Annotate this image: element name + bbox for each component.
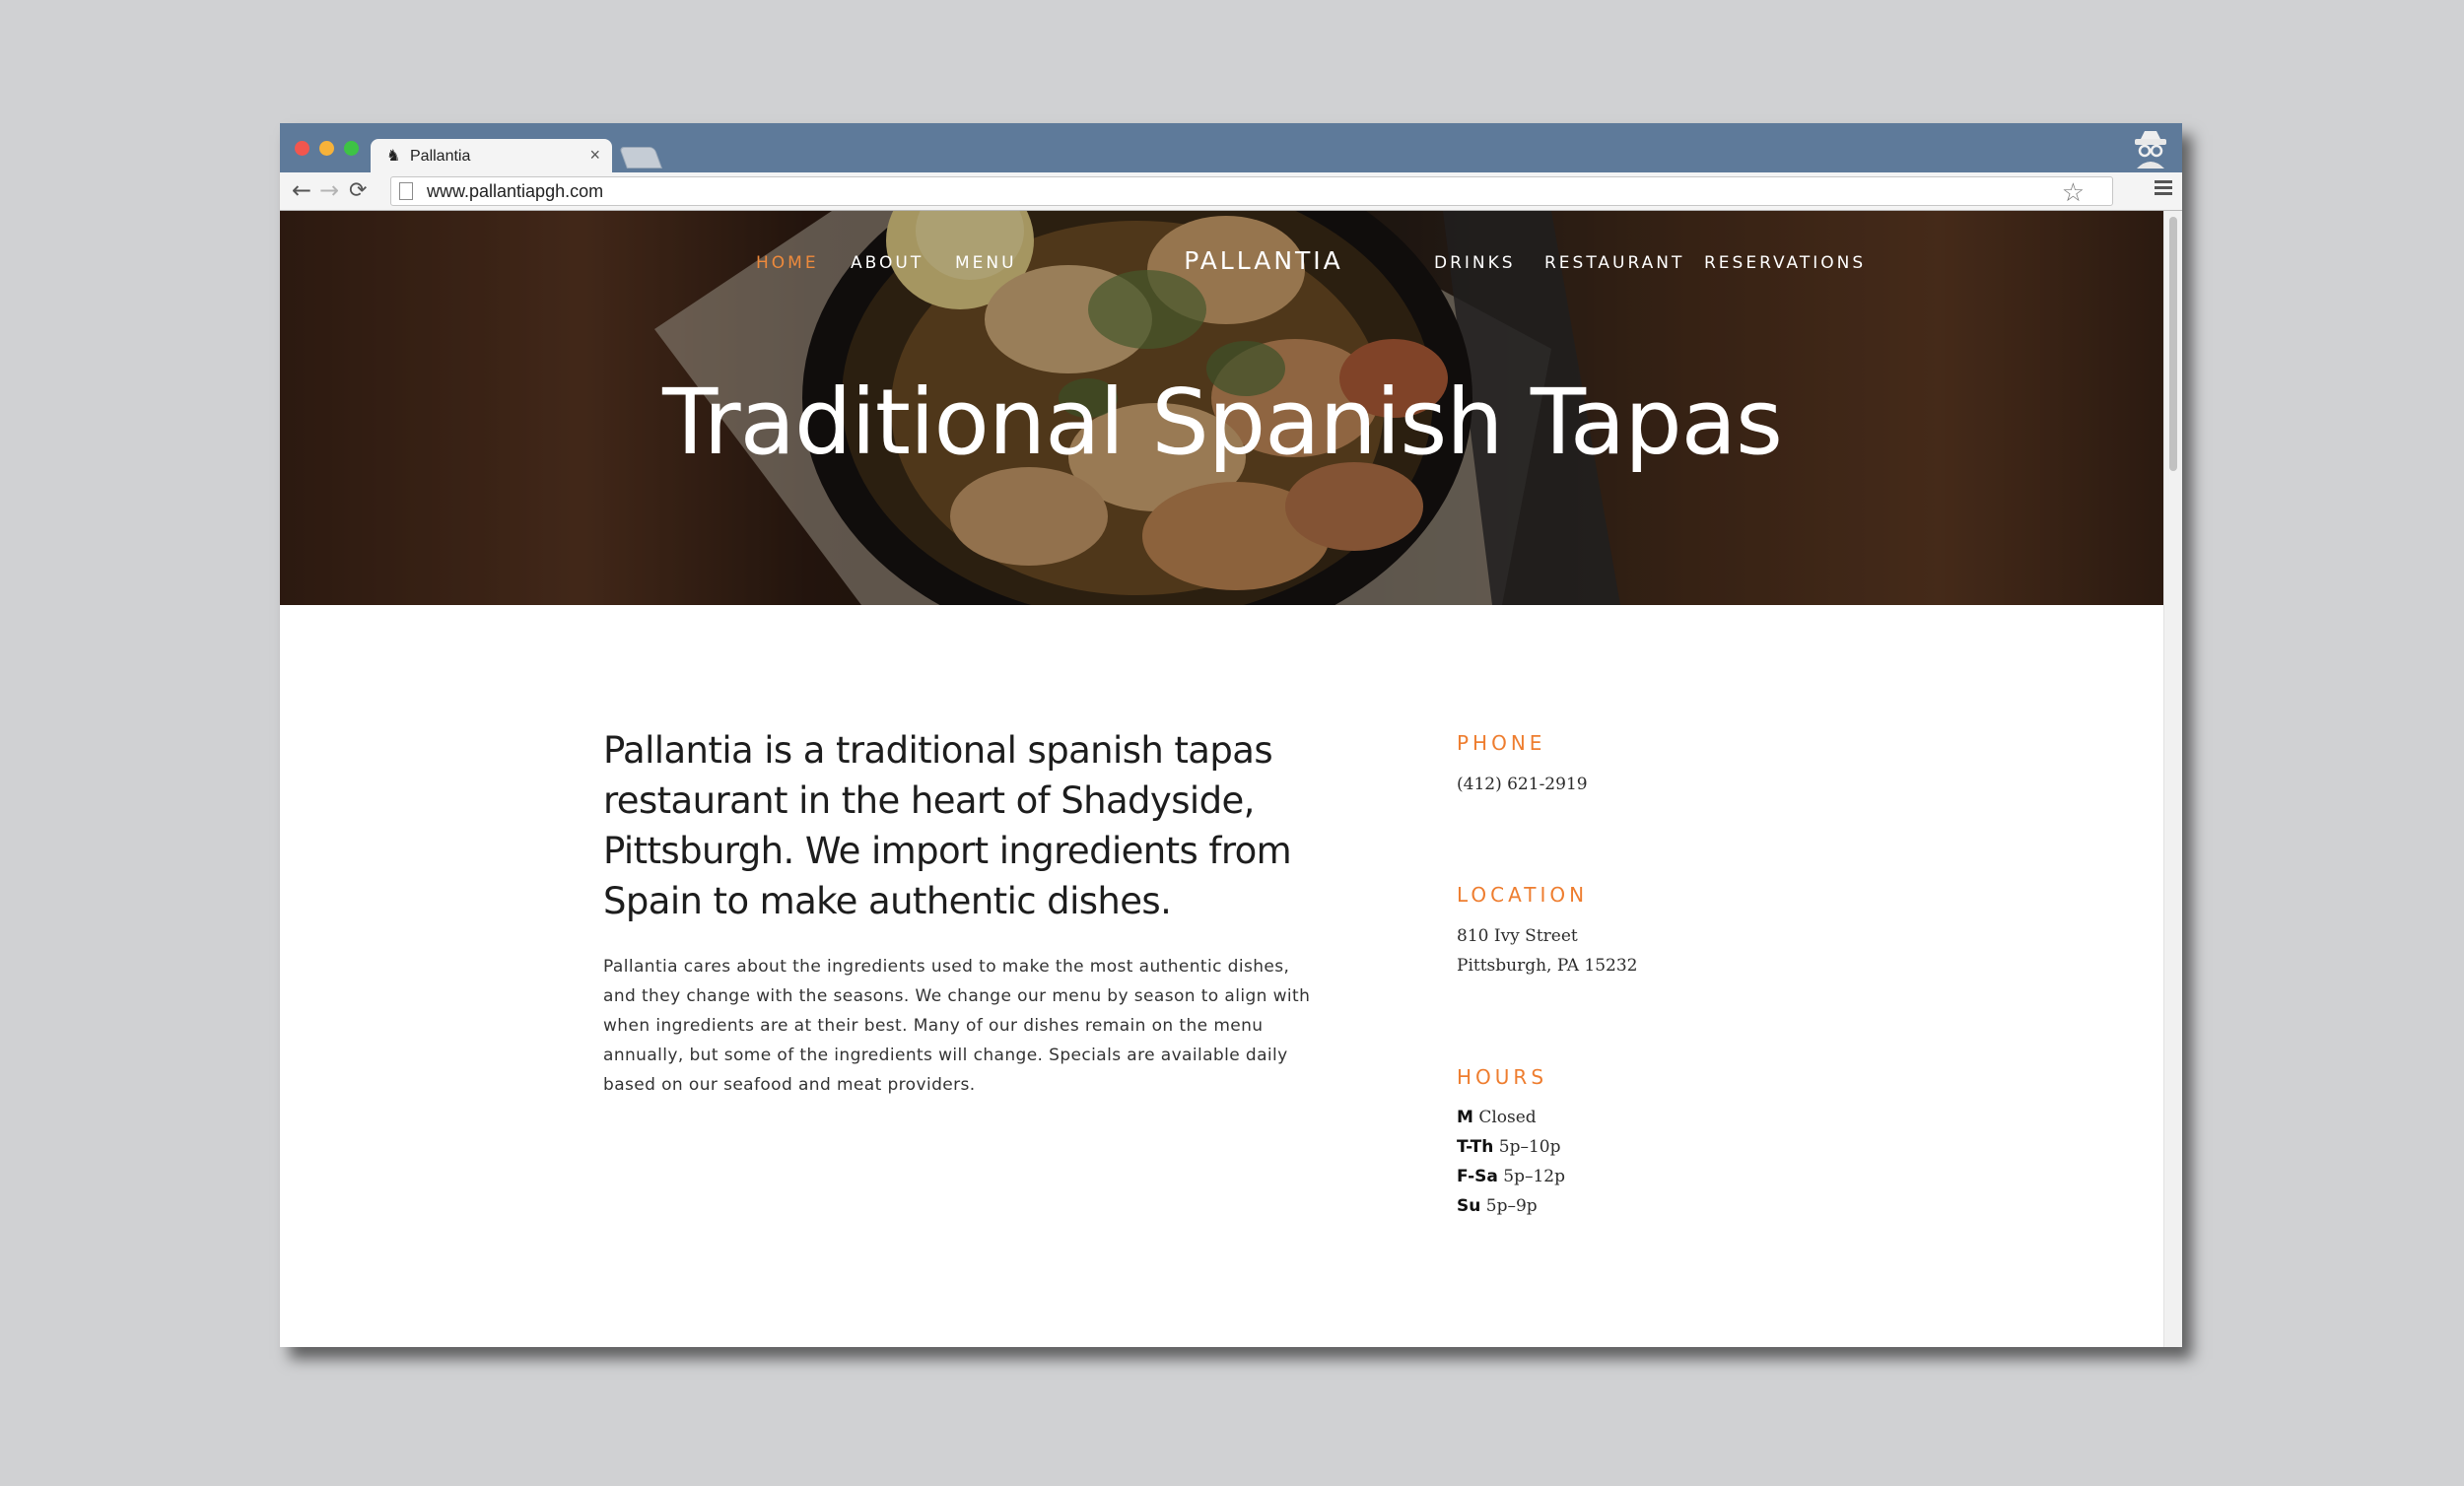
hours-day: Su	[1457, 1196, 1481, 1216]
hamburger-menu-icon[interactable]	[2155, 180, 2172, 196]
bookmark-star-icon[interactable]: ☆	[2062, 179, 2085, 207]
hours-row: Su 5p–9p	[1457, 1191, 1538, 1221]
nav-drinks[interactable]: DRINKS	[1434, 252, 1516, 274]
hours-time: 5p–12p	[1503, 1167, 1565, 1186]
hero-banner: HOME ABOUT MENU PALLANTIA DRINKS RESTAUR…	[280, 211, 2164, 605]
vertical-scrollbar[interactable]	[2163, 211, 2182, 1347]
close-window-button[interactable]	[295, 141, 309, 156]
page-viewport: HOME ABOUT MENU PALLANTIA DRINKS RESTAUR…	[280, 211, 2182, 1347]
nav-restaurant[interactable]: RESTAURANT	[1544, 252, 1684, 274]
tab-title: Pallantia	[410, 148, 471, 165]
minimize-window-button[interactable]	[319, 141, 334, 156]
phone-heading: PHONE	[1457, 731, 1546, 755]
nav-menu[interactable]: MENU	[955, 252, 1017, 274]
maximize-window-button[interactable]	[344, 141, 359, 156]
browser-window: ♞ Pallantia × ← → ⟳ www.pallantiapgh.com…	[280, 123, 2182, 1347]
hours-day: F-Sa	[1457, 1167, 1498, 1186]
hours-heading: HOURS	[1457, 1065, 1548, 1089]
hours-row: M Closed	[1457, 1103, 1537, 1132]
scrollbar-thumb[interactable]	[2169, 217, 2177, 471]
hours-time: 5p–10p	[1498, 1137, 1561, 1157]
phone-number[interactable]: (412) 621-2919	[1457, 770, 1588, 799]
nav-reservations[interactable]: RESERVATIONS	[1704, 252, 1866, 274]
incognito-profile-icon[interactable]	[2131, 129, 2170, 169]
address-line-2: Pittsburgh, PA 15232	[1457, 956, 1638, 976]
hours-day: T-Th	[1457, 1137, 1494, 1157]
back-arrow-icon[interactable]: ←	[292, 176, 311, 204]
hours-time: 5p–9p	[1485, 1196, 1538, 1216]
forward-arrow-icon[interactable]: →	[319, 176, 339, 204]
page-icon	[399, 182, 413, 200]
url-text[interactable]: www.pallantiapgh.com	[427, 181, 603, 201]
tab-close-icon[interactable]: ×	[589, 145, 600, 165]
location-heading: LOCATION	[1457, 883, 1589, 907]
intro-body: Pallantia cares about the ingredients us…	[603, 957, 1311, 1095]
site-favicon-icon: ♞	[386, 146, 401, 165]
tab-bar: ♞ Pallantia ×	[280, 123, 2182, 172]
address-line-1: 810 Ivy Street	[1457, 926, 1578, 946]
hours-day: M	[1457, 1108, 1473, 1127]
browser-tab[interactable]: ♞ Pallantia ×	[371, 139, 612, 172]
nav-about[interactable]: ABOUT	[851, 252, 924, 274]
hours-row: T-Th 5p–10p	[1457, 1132, 1560, 1162]
reload-icon[interactable]: ⟳	[349, 177, 367, 205]
address-bar[interactable]: www.pallantiapgh.com ☆	[390, 176, 2113, 207]
browser-toolbar: ← → ⟳ www.pallantiapgh.com ☆	[280, 172, 2182, 211]
hero-title: Traditional Spanish Tapas	[662, 370, 1783, 475]
new-tab-button[interactable]	[618, 147, 663, 169]
nav-home[interactable]: HOME	[756, 252, 819, 274]
hours-row: F-Sa 5p–12p	[1457, 1162, 1565, 1191]
site-logo[interactable]: PALLANTIA	[1145, 245, 1382, 277]
hours-time: Closed	[1478, 1108, 1537, 1127]
intro-lead: Pallantia is a traditional spanish tapas…	[603, 729, 1292, 922]
